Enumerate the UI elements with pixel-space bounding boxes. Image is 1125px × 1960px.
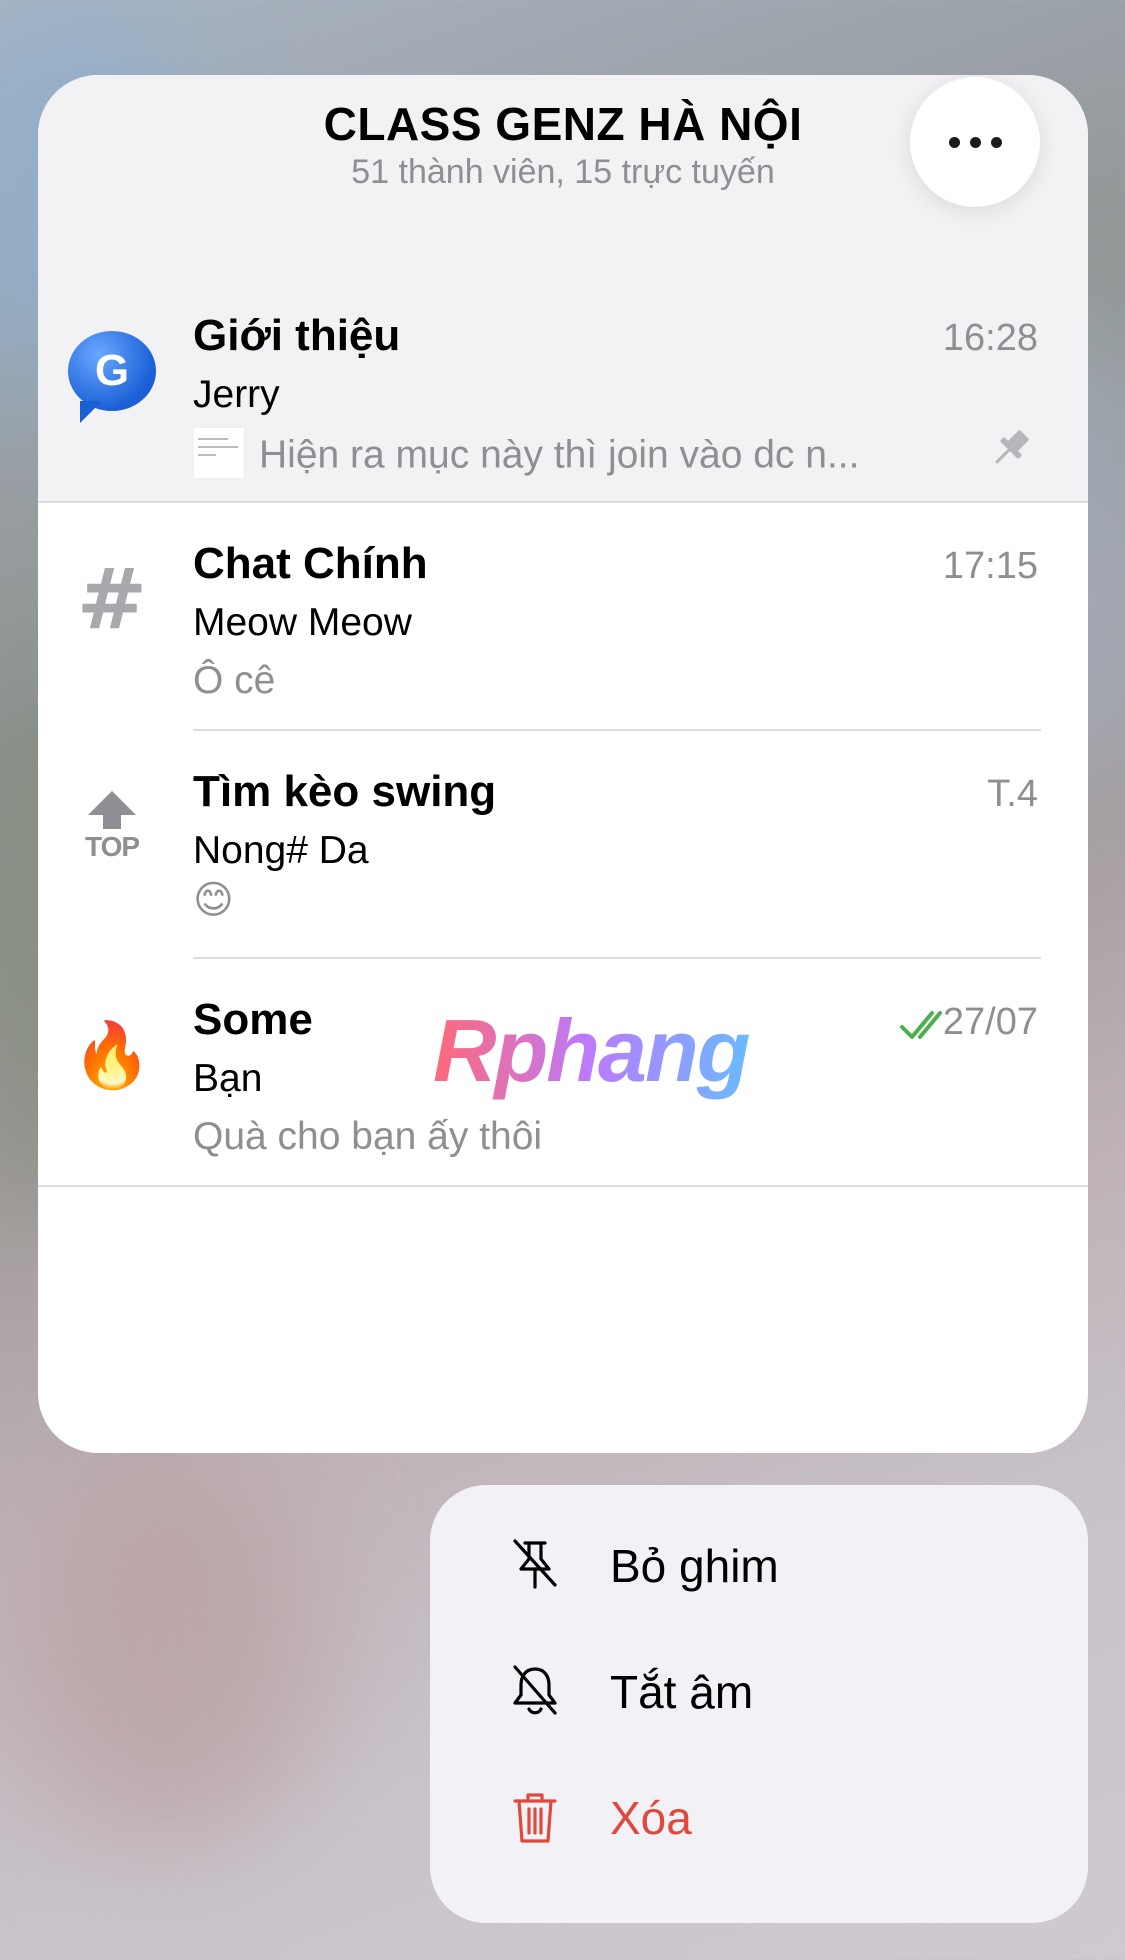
fire-icon: 🔥 (72, 1019, 152, 1091)
hashtag-icon: # (76, 550, 148, 648)
trash-icon (513, 1793, 557, 1843)
g-bubble-icon: G (66, 325, 158, 423)
chat-time: 17:15 (942, 545, 1038, 587)
chat-name: Some (193, 995, 313, 1044)
image-thumbnail (193, 427, 245, 479)
preview-header: CLASS GENZ HÀ NỘI 51 thành viên, 15 trực… (38, 75, 1088, 275)
chat-message: Ô cê (193, 659, 276, 702)
list-item[interactable]: TOP Tìm kèo swing T.4 Nong# Da 😊 (38, 731, 1088, 959)
chat-name: Tìm kèo swing (193, 767, 497, 816)
chat-preview-card: CLASS GENZ HÀ NỘI 51 thành viên, 15 trực… (38, 75, 1088, 1453)
chat-sender: Bạn (193, 1057, 263, 1100)
unpin-label: Bỏ ghim (610, 1540, 779, 1592)
list-item[interactable]: # Chat Chính 17:15 Meow Meow Ô cê (38, 503, 1088, 731)
context-menu: Bỏ ghim Tắt âm Xóa (430, 1485, 1088, 1923)
chat-time: T.4 (987, 773, 1038, 815)
chat-time: 27/07 (942, 1001, 1038, 1043)
chat-name: Giới thiệu (193, 311, 401, 360)
chat-name: Chat Chính (193, 539, 428, 588)
list-item[interactable]: G Giới thiệu 16:28 Jerry Hiện ra mục này… (38, 275, 1088, 503)
chat-message: Quà cho bạn ấy thôi (193, 1115, 543, 1158)
delete-menu-item[interactable]: Xóa (430, 1753, 1088, 1879)
watermark-logo: Rphang (433, 1001, 751, 1100)
ellipsis-icon (948, 136, 1002, 148)
delete-label: Xóa (610, 1792, 692, 1844)
pin-icon (995, 430, 1029, 464)
chat-sender: Meow Meow (193, 601, 412, 644)
chat-time: 16:28 (942, 317, 1038, 359)
chat-sender: Jerry (193, 373, 280, 416)
more-options-button[interactable] (910, 77, 1040, 207)
chat-sender: Nong# Da (193, 829, 369, 872)
mute-label: Tắt âm (610, 1666, 754, 1718)
mute-menu-item[interactable]: Tắt âm (430, 1627, 1088, 1753)
top-arrow-icon: TOP (66, 781, 158, 873)
unpin-menu-item[interactable]: Bỏ ghim (430, 1501, 1088, 1627)
unpin-icon (513, 1539, 557, 1589)
chat-message: Hiện ra mục này thì join vào dc n... (193, 427, 859, 483)
bell-slash-icon (513, 1665, 557, 1715)
chat-message: 😊 (193, 879, 234, 922)
